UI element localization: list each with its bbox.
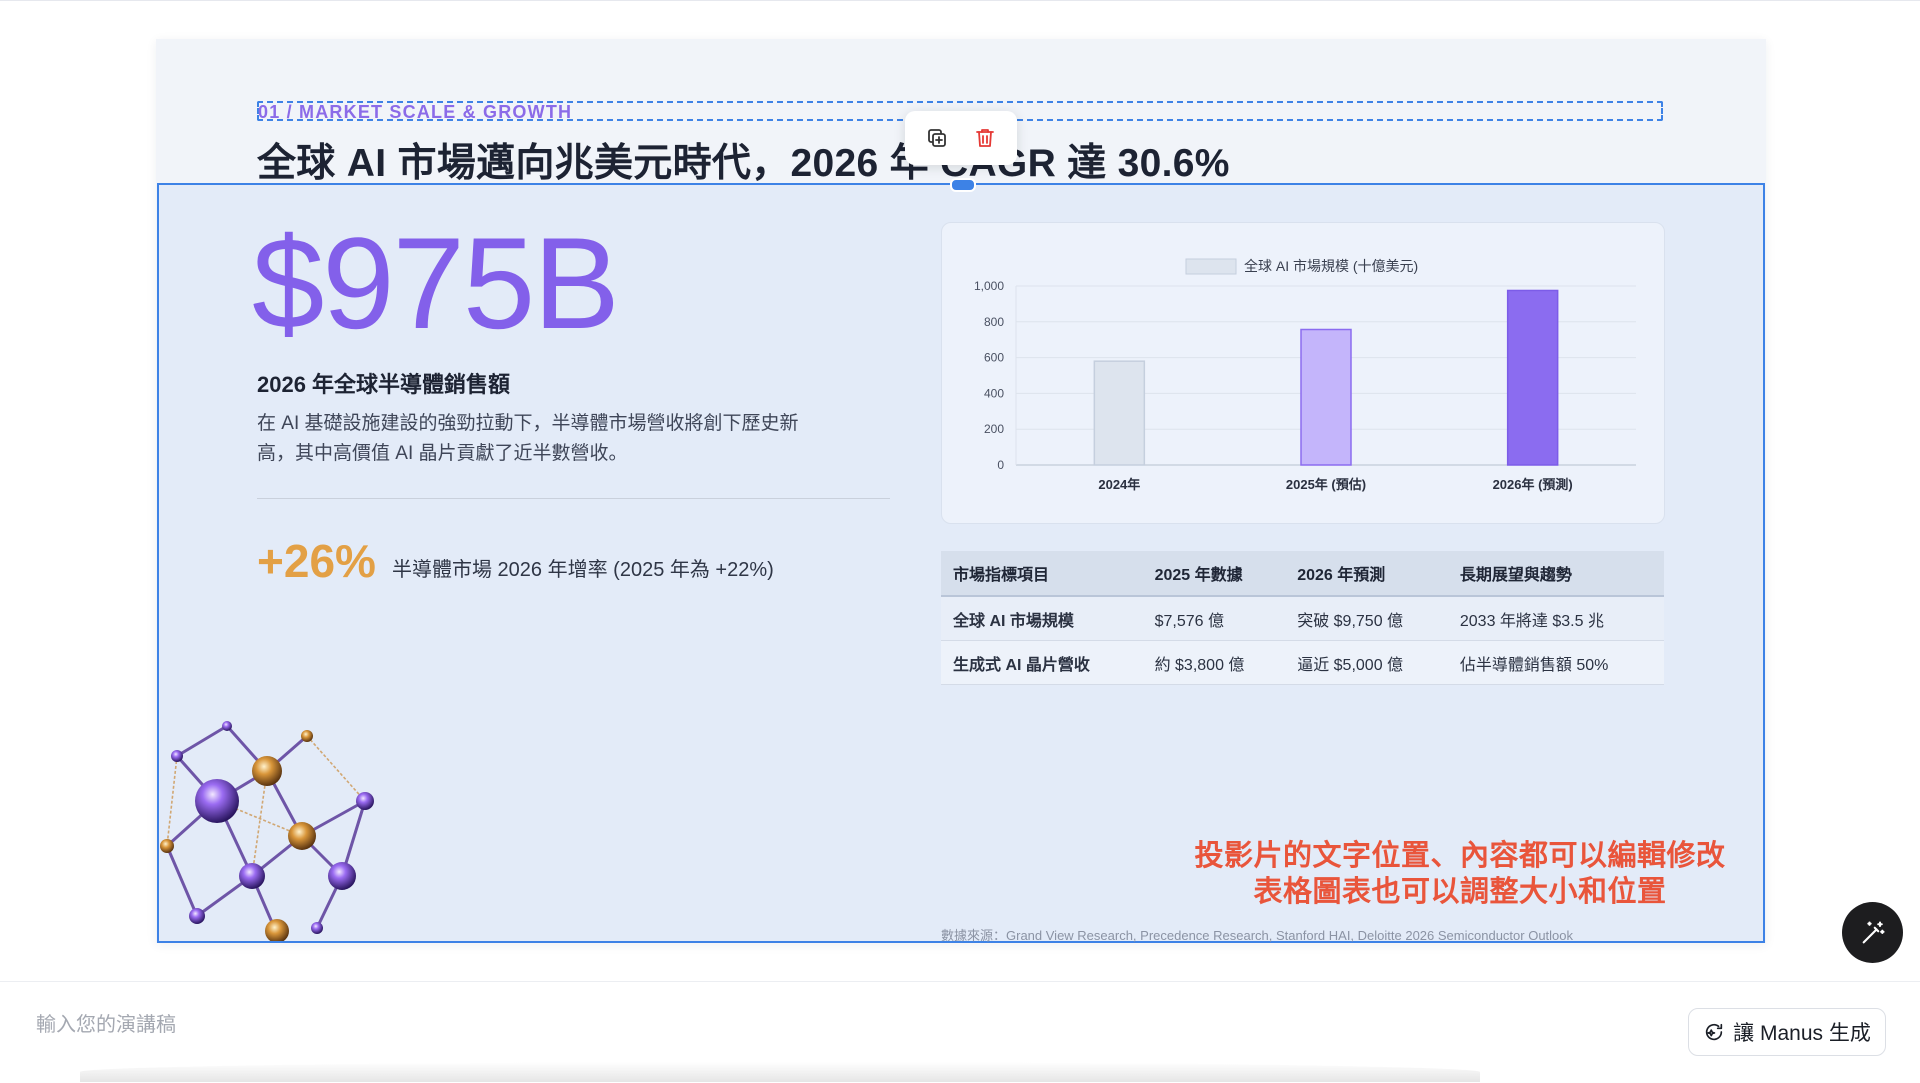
editing-note-line: 投影片的文字位置、內容都可以編輯修改: [1194, 840, 1726, 872]
table-row: 生成式 AI 晶片營收 約 $3,800 億 逼近 $5,000 億 佔半導體銷…: [941, 640, 1664, 685]
manus-generate-button[interactable]: 讓 Manus 生成: [1688, 1008, 1886, 1056]
table-header-cell: 市場指標項目: [941, 551, 1143, 597]
x-tick-label: 2024年: [1098, 477, 1140, 492]
trash-icon: [976, 129, 994, 147]
bottom-shadow: [80, 1062, 1480, 1082]
growth-value[interactable]: +26%: [257, 538, 376, 584]
y-tick-label: 600: [984, 351, 1004, 365]
duplicate-icon: [928, 129, 946, 147]
legend-label: 全球 AI 市場規模 (十億美元): [1244, 258, 1418, 274]
bar: [1300, 328, 1352, 466]
bar: [1506, 289, 1559, 466]
table-cell: 2033 年將達 $3.5 兆: [1447, 596, 1664, 641]
speech-script-input[interactable]: [34, 1009, 1038, 1041]
source-citation[interactable]: 數據來源：Grand View Research, Precedence Res…: [941, 925, 1573, 944]
resize-handle[interactable]: [950, 178, 976, 192]
element-toolbar: [905, 111, 1017, 165]
table-header-row: 市場指標項目 2025 年數據 2026 年預測 長期展望與趨勢: [941, 551, 1664, 597]
sparkle-refresh-icon: [1706, 1023, 1723, 1041]
table-cell: 約 $3,800 億: [1142, 640, 1286, 685]
table-cell: 佔半導體銷售額 50%: [1447, 640, 1664, 685]
manus-generate-label: 讓 Manus 生成: [1733, 1022, 1871, 1045]
x-tick-label: 2026年 (預測): [1493, 477, 1573, 492]
slide-eyebrow[interactable]: 01 / MARKET SCALE & GROWTH: [258, 102, 572, 123]
big-stat[interactable]: $975B: [252, 218, 620, 348]
magic-wand-icon: [1862, 920, 1885, 943]
table-header-cell: 2025 年數據: [1142, 551, 1286, 597]
bar-chart: 全球 AI 市場規模 (十億美元) 0 200 400 600 800 1,000 2024年…: [974, 258, 1636, 492]
editing-note-line: 表格圖表也可以調整大小和位置: [1253, 876, 1667, 908]
bar: [1093, 360, 1146, 466]
market-table[interactable]: 市場指標項目 2025 年數據 2026 年預測 長期展望與趨勢 全球 AI 市…: [941, 551, 1664, 685]
table-row: 全球 AI 市場規模 $7,576 億 突破 $9,750 億 2033 年將達…: [941, 596, 1664, 641]
y-tick-label: 800: [984, 315, 1004, 329]
table-cell: $7,576 億: [1142, 596, 1286, 641]
neural-network-illustration: [160, 721, 374, 941]
editing-note[interactable]: 投影片的文字位置、內容都可以編輯修改 表格圖表也可以調整大小和位置: [1130, 838, 1790, 910]
delete-button[interactable]: [967, 120, 1003, 156]
table-cell: 生成式 AI 晶片營收: [941, 640, 1143, 685]
ai-magic-button[interactable]: [1842, 902, 1903, 963]
table-cell: 全球 AI 市場規模: [941, 596, 1143, 641]
divider: [257, 498, 890, 499]
big-stat-label[interactable]: 2026 年全球半導體銷售額: [257, 367, 510, 399]
table-cell: 逼近 $5,000 億: [1285, 640, 1448, 685]
table-cell: 突破 $9,750 億: [1285, 596, 1448, 641]
x-tick-label: 2025年 (預估): [1286, 477, 1366, 492]
bar-chart-card[interactable]: 全球 AI 市場規模 (十億美元) 0 200 400 600 800 1,000 2024年…: [941, 222, 1665, 524]
y-tick-label: 1,000: [974, 279, 1004, 293]
growth-description[interactable]: 半導體市場 2026 年增率 (2025 年為 +22%): [392, 553, 774, 582]
top-edge: [0, 0, 1920, 1]
y-tick-label: 400: [984, 386, 1004, 400]
duplicate-button[interactable]: [919, 120, 955, 156]
table-header-cell: 2026 年預測: [1285, 551, 1448, 597]
slide-headline[interactable]: 全球 AI 市場邁向兆美元時代，2026 年 CAGR 達 30.6%: [257, 132, 1230, 188]
table-header-cell: 長期展望與趨勢: [1447, 551, 1664, 597]
y-tick-label: 200: [984, 422, 1004, 436]
legend-swatch: [1185, 258, 1237, 275]
description-text[interactable]: 在 AI 基礎設施建設的強勁拉動下，半導體市場營收將創下歷史新高，其中高價值 A…: [257, 409, 817, 469]
y-tick-label: 0: [997, 458, 1004, 472]
